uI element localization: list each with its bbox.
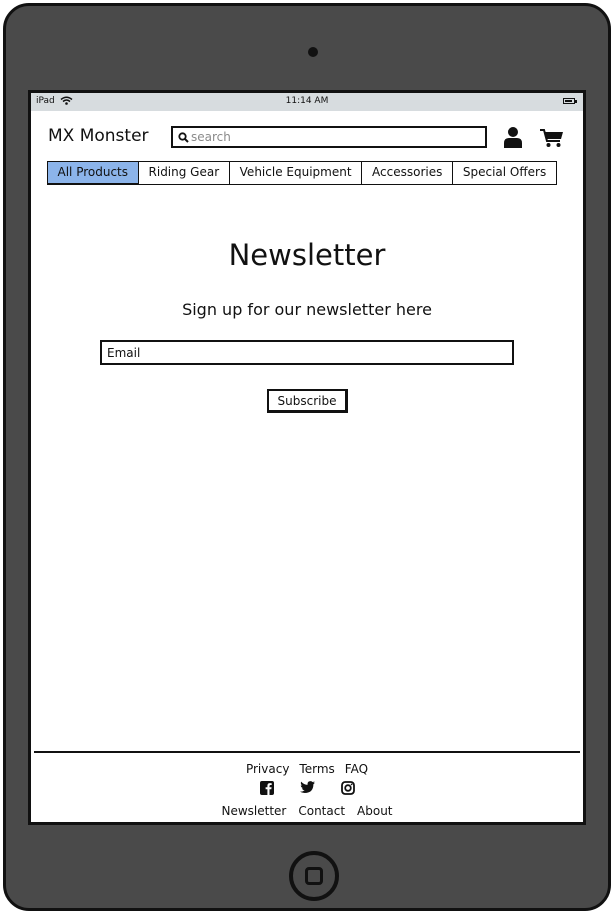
page-subtitle: Sign up for our newsletter here [182,300,432,319]
home-button[interactable] [289,851,339,901]
screen: iPad 11:14 AM MX Monster All Products Ri… [28,90,586,825]
subscribe-button[interactable]: Subscribe [267,389,348,413]
footer-link-about[interactable]: About [357,804,392,818]
footer-link-contact[interactable]: Contact [298,804,345,818]
search-box [171,126,487,148]
facebook-icon[interactable] [259,781,274,795]
search-input[interactable] [191,129,481,145]
search-icon [178,132,189,143]
tab-all-products[interactable]: All Products [46,161,140,185]
site-logo[interactable]: MX Monster [48,126,149,146]
category-nav: All Products Riding Gear Vehicle Equipme… [46,161,558,185]
tab-vehicle-equipment[interactable]: Vehicle Equipment [228,161,363,185]
footer-social [34,781,580,795]
tab-accessories[interactable]: Accessories [361,161,454,185]
user-account-icon[interactable] [504,126,522,148]
footer-link-privacy[interactable]: Privacy [246,762,289,776]
twitter-icon[interactable] [299,781,315,794]
status-bar: iPad 11:14 AM [31,93,583,111]
page-title: Newsletter [228,238,386,272]
footer-links-bottom: Newsletter Contact About [34,804,580,818]
site-footer: Privacy Terms FAQ Newsletter Contact Abo… [34,751,580,822]
footer-link-newsletter[interactable]: Newsletter [221,804,286,818]
tab-riding-gear[interactable]: Riding Gear [137,161,231,185]
footer-link-terms[interactable]: Terms [299,762,334,776]
footer-link-faq[interactable]: FAQ [345,762,368,776]
clock: 11:14 AM [285,96,329,106]
home-icon [305,867,323,885]
footer-links-top: Privacy Terms FAQ [34,762,580,776]
camera-dot [308,47,318,57]
email-field[interactable] [107,344,507,361]
instagram-icon[interactable] [340,781,355,795]
shopping-cart-icon[interactable] [540,128,564,148]
email-field-box [100,340,514,365]
battery-icon [563,98,575,104]
tab-special-offers[interactable]: Special Offers [451,161,558,185]
